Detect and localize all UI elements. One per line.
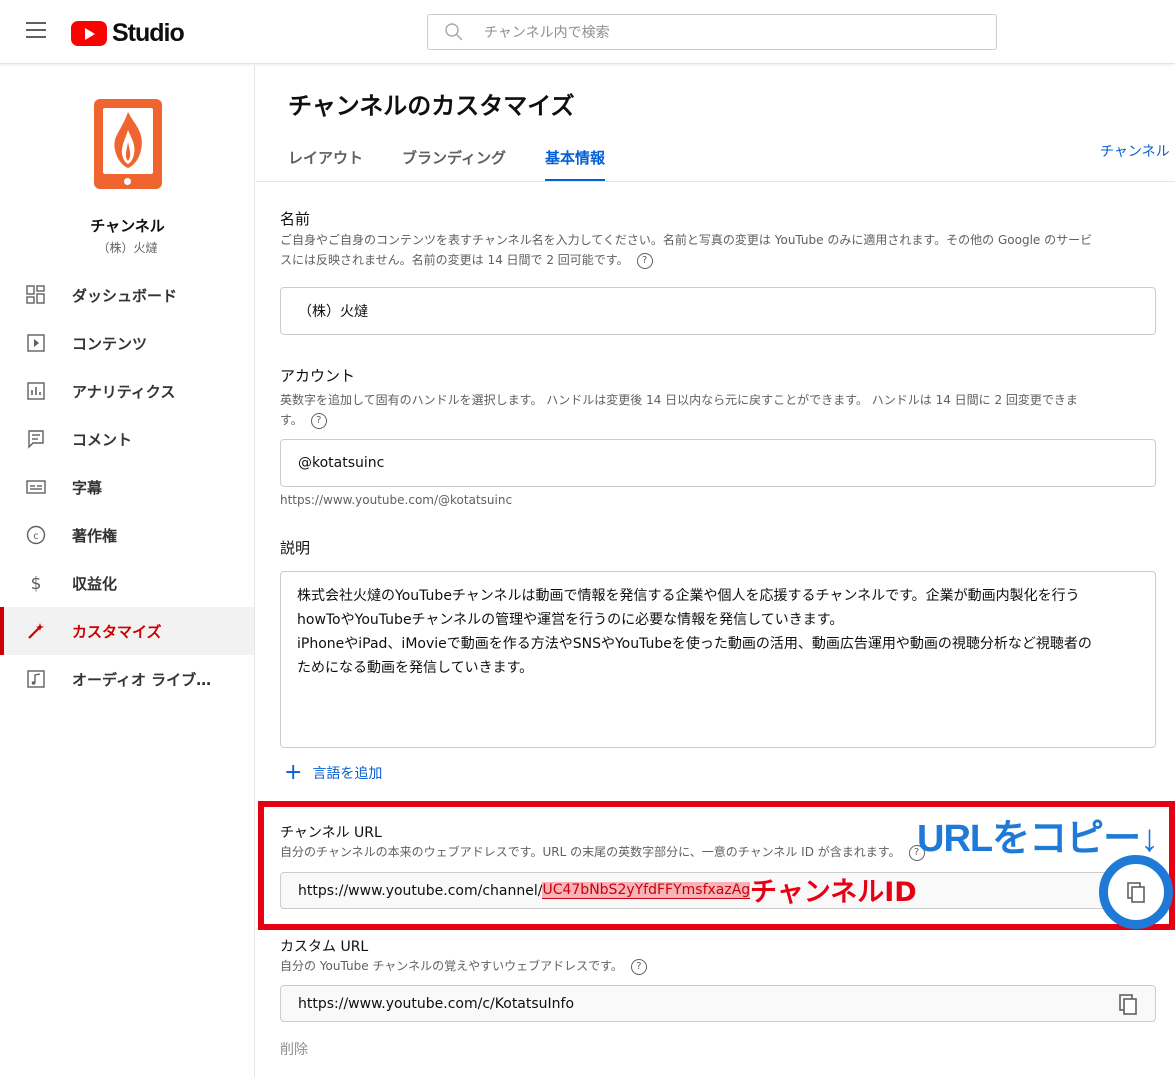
studio-logo[interactable]: Studio (71, 19, 185, 48)
account-section-title: アカウント (280, 367, 356, 385)
sidebar-item-label: コンテンツ (72, 334, 148, 353)
copy-button-highlight[interactable] (1099, 855, 1173, 929)
channel-url-field[interactable]: https://www.youtube.com/channel/UC47bNbS… (280, 872, 1120, 909)
name-desc-text: スには反映されません。名前の変更は 14 日間で 2 回可能です。 (280, 253, 629, 267)
sidebar-item-customize[interactable]: カスタマイズ (0, 607, 254, 655)
sidebar-item-label: 字幕 (72, 478, 103, 497)
dollar-icon: $ (26, 573, 46, 593)
sidebar-item-dashboard[interactable]: ダッシュボード (0, 271, 254, 319)
sidebar-item-label: 著作権 (72, 526, 118, 545)
name-section-title: 名前 (280, 210, 311, 228)
logo-text: Studio (112, 19, 185, 47)
custom-url-desc-text: 自分の YouTube チャンネルの覚えやすいウェブアドレスです。 (280, 959, 623, 973)
sidebar-item-label: コメント (72, 430, 133, 449)
description-line: 株式会社火燵のYouTubeチャンネルは動画で情報を発信する企業や個人を応援する… (297, 588, 1080, 604)
content-icon (26, 333, 46, 353)
channel-avatar[interactable] (94, 99, 162, 189)
description-line: howToやYouTubeチャンネルの管理や運営を行うのに必要な情報を発信してい… (297, 612, 844, 628)
custom-url-field[interactable]: https://www.youtube.com/c/KotatsuInfo (280, 985, 1156, 1022)
custom-url-value: https://www.youtube.com/c/KotatsuInfo (298, 995, 575, 1012)
sidebar-item-comments[interactable]: コメント (0, 415, 254, 463)
search-input[interactable]: チャンネル内で検索 (427, 14, 997, 50)
copy-url-annotation: URLをコピー↓ (917, 818, 1159, 860)
description-line: ためになる動画を発信していきます。 (297, 660, 534, 676)
youtube-logo-icon (71, 21, 107, 46)
add-language-label: 言語を追加 (312, 766, 383, 782)
channel-label: チャンネル (90, 217, 165, 235)
add-language-button[interactable]: + 言語を追加 (284, 760, 383, 785)
tab-basic-info[interactable]: 基本情報 (544, 147, 605, 182)
svg-text:$: $ (31, 574, 42, 593)
subtitles-icon (26, 477, 46, 497)
search-placeholder: チャンネル内で検索 (484, 25, 610, 41)
sidebar-item-label: カスタマイズ (72, 622, 162, 641)
name-section-desc: ご自身やご自身のコンテンツを表すチャンネル名を入力してください。名前と写真の変更… (280, 230, 1160, 270)
handle-field[interactable]: @kotatsuinc (280, 439, 1156, 487)
name-desc-line: ご自身やご自身のコンテンツを表すチャンネル名を入力してください。名前と写真の変更… (280, 233, 1093, 247)
analytics-icon (26, 381, 46, 401)
comment-icon (26, 429, 46, 449)
sidebar-item-label: アナリティクス (72, 382, 176, 401)
search-icon (445, 23, 463, 41)
account-desc-text: す。 (280, 413, 303, 427)
handle-field-value: @kotatsuinc (298, 455, 385, 471)
delete-custom-url-button[interactable]: 削除 (280, 1039, 308, 1059)
name-desc-line: スには反映されません。名前の変更は 14 日間で 2 回可能です。? (280, 250, 1160, 270)
dashboard-icon (26, 285, 46, 305)
sidebar-item-label: 収益化 (72, 574, 118, 593)
sidebar-item-copyright[interactable]: c 著作権 (0, 511, 254, 559)
menu-icon[interactable] (26, 22, 46, 38)
sidebar-item-audio-library[interactable]: オーディオ ライブ… (0, 655, 254, 703)
tabs-divider (256, 181, 1175, 182)
tab-layout[interactable]: レイアウト (288, 147, 363, 182)
description-line: iPhoneやiPad、iMovieで動画を作る方法やSNSやYouTubeを使… (297, 636, 1092, 652)
sidebar: チャンネル （株）火燵 ダッシュボード コンテンツ アナリティクス コメント 字… (0, 65, 255, 1077)
top-bar: Studio チャンネル内で検索 (0, 0, 1175, 64)
name-field-value: （株）火燵 (298, 304, 368, 320)
sidebar-item-subtitles[interactable]: 字幕 (0, 463, 254, 511)
name-field[interactable]: （株）火燵 (280, 287, 1156, 335)
help-icon[interactable]: ? (630, 958, 647, 975)
view-channel-link[interactable]: チャンネル (1100, 141, 1170, 161)
copyright-icon: c (26, 525, 46, 545)
custom-url-title: カスタム URL (280, 939, 369, 955)
tab-branding[interactable]: ブランディング (402, 147, 506, 182)
channel-url-title: チャンネル URL (280, 825, 382, 841)
channel-name: （株）火燵 (97, 241, 158, 255)
help-icon[interactable]: ? (310, 412, 327, 429)
page-title: チャンネルのカスタマイズ (288, 92, 575, 120)
handle-url: https://www.youtube.com/@kotatsuinc (280, 493, 513, 507)
plus-icon: + (284, 760, 303, 785)
sidebar-item-content[interactable]: コンテンツ (0, 319, 254, 367)
sidebar-item-label: ダッシュボード (72, 286, 178, 305)
channel-id-annotation: チャンネルID (750, 877, 917, 908)
audio-library-icon (26, 669, 46, 689)
magic-wand-icon (26, 621, 46, 641)
flame-icon (114, 112, 142, 168)
tab-bar: レイアウト ブランディング 基本情報 (288, 147, 644, 182)
copy-icon[interactable] (1117, 993, 1139, 1015)
svg-text:c: c (33, 531, 39, 542)
channel-id: UC47bNbS2yYfdFFYmsfxazAg (542, 882, 751, 899)
account-desc-line: 英数字を追加して固有のハンドルを選択します。 ハンドルは変更後 14 日以内なら… (280, 393, 1078, 407)
help-icon[interactable]: ? (636, 252, 653, 269)
channel-url-prefix: https://www.youtube.com/channel/ (298, 882, 543, 899)
copy-icon (1127, 882, 1145, 903)
channel-url-desc-text: 自分のチャンネルの本来のウェブアドレスです。URL の末尾の英数字部分に、一意の… (280, 845, 901, 859)
sidebar-item-monetization[interactable]: $ 収益化 (0, 559, 254, 607)
description-textarea[interactable]: 株式会社火燵のYouTubeチャンネルは動画で情報を発信する企業や個人を応援する… (280, 571, 1156, 748)
sidebar-nav: ダッシュボード コンテンツ アナリティクス コメント 字幕 c 著作権 $ 収益… (0, 271, 254, 703)
sidebar-item-label: オーディオ ライブ… (72, 670, 212, 689)
account-section-desc: 英数字を追加して固有のハンドルを選択します。 ハンドルは変更後 14 日以内なら… (280, 390, 1160, 430)
custom-url-desc: 自分の YouTube チャンネルの覚えやすいウェブアドレスです。? (280, 956, 1160, 976)
description-section-title: 説明 (280, 539, 311, 557)
account-desc-line: す。? (280, 410, 1160, 430)
sidebar-item-analytics[interactable]: アナリティクス (0, 367, 254, 415)
